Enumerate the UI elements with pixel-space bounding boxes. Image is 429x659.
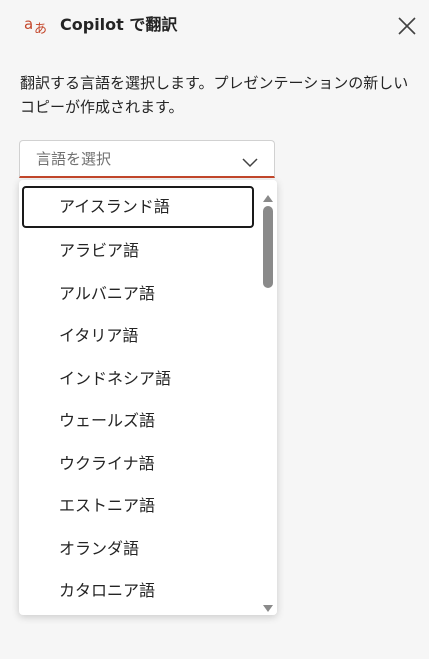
close-icon[interactable]: [396, 15, 418, 37]
language-listbox[interactable]: アイスランド語 アラビア語 アルバニア語 イタリア語 インドネシア語 ウェールズ…: [19, 180, 277, 615]
language-option[interactable]: アイスランド語: [22, 186, 254, 228]
language-option[interactable]: ウクライナ語: [22, 443, 254, 485]
description-text: 翻訳する言語を選択します。プレゼンテーションの新しいコピーが作成されます。: [20, 74, 409, 116]
language-options: アイスランド語 アラビア語 アルバニア語 イタリア語 インドネシア語 ウェールズ…: [19, 180, 259, 615]
scroll-up-arrow-icon[interactable]: [262, 188, 274, 202]
language-option[interactable]: インドネシア語: [22, 358, 254, 400]
language-option[interactable]: エストニア語: [22, 485, 254, 527]
scroll-down-arrow-icon[interactable]: [262, 599, 274, 612]
scrollbar-thumb[interactable]: [263, 206, 273, 288]
svg-text:あ: あ: [34, 22, 47, 37]
language-option[interactable]: アラビア語: [22, 230, 254, 272]
language-option[interactable]: イタリア語: [22, 315, 254, 357]
language-select-placeholder: 言語を選択: [36, 150, 112, 168]
language-option[interactable]: ウェールズ語: [22, 400, 254, 442]
language-option[interactable]: カタロニア語: [22, 570, 254, 612]
svg-text:a: a: [24, 15, 33, 33]
chevron-down-icon: [242, 153, 258, 168]
language-option[interactable]: オランダ語: [22, 528, 254, 570]
translate-icon: a あ: [24, 13, 48, 37]
panel-title: Copilot で翻訳: [60, 15, 178, 34]
language-option[interactable]: アルバニア語: [22, 273, 254, 315]
panel-header: a あ Copilot で翻訳: [0, 0, 429, 52]
language-select[interactable]: 言語を選択: [19, 140, 275, 178]
